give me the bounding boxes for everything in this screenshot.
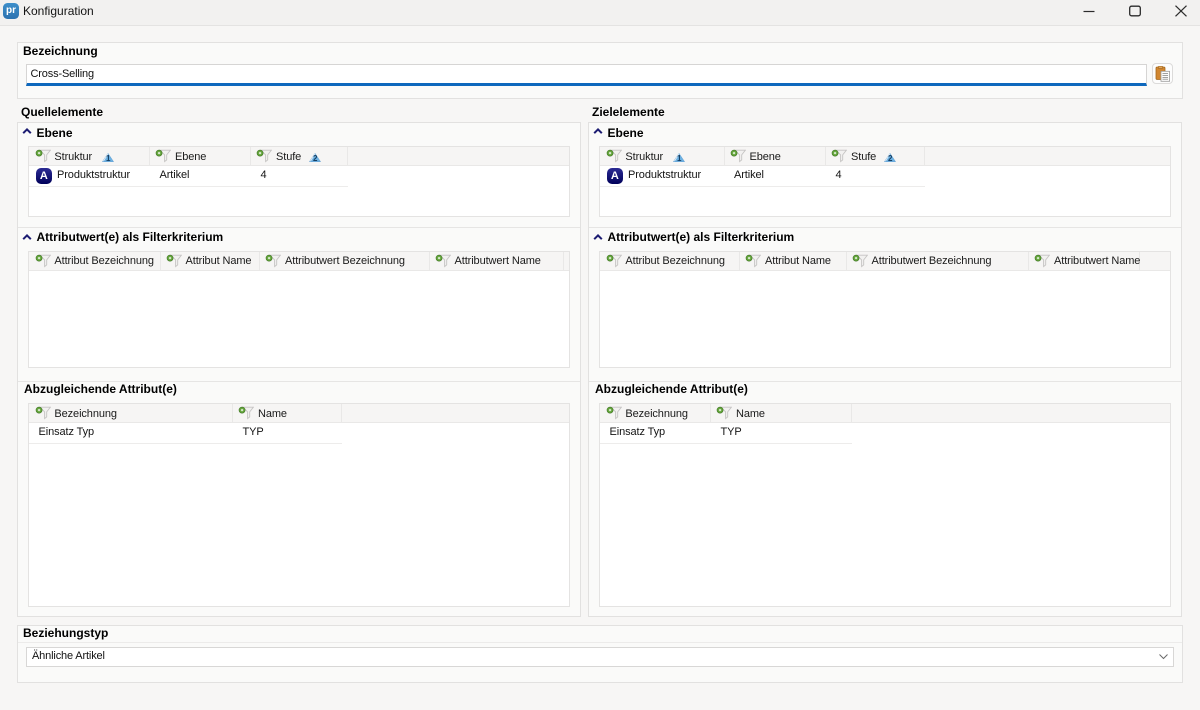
svg-text:2: 2 xyxy=(312,154,317,162)
svg-text:1: 1 xyxy=(676,154,681,162)
svg-text:1: 1 xyxy=(105,154,110,162)
svg-text:2: 2 xyxy=(887,154,892,162)
